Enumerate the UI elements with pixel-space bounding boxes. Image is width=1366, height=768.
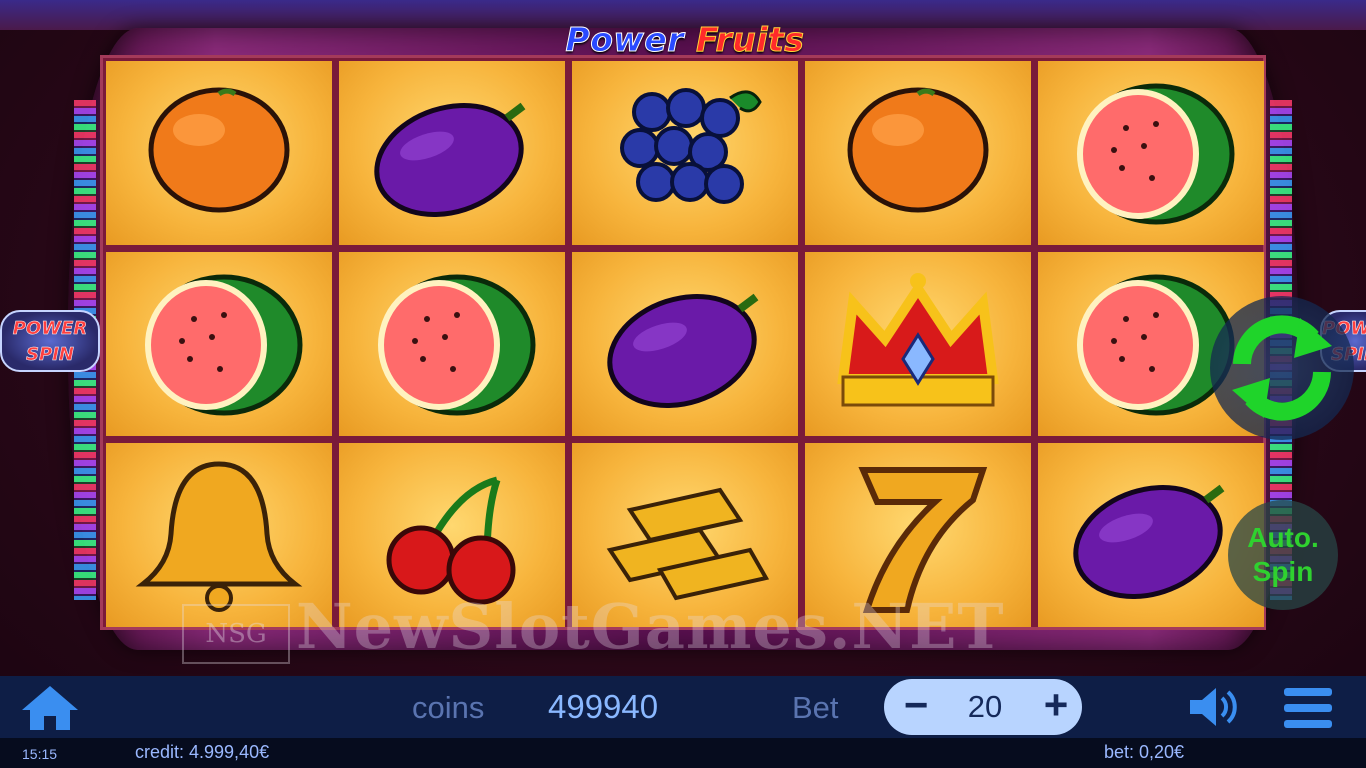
bet-decrease-button[interactable]: − (892, 683, 940, 731)
orange-symbol (847, 87, 989, 213)
power-spin-line2: SPIN (26, 344, 74, 366)
watermelon-symbol (145, 274, 303, 416)
game-title: Power Fruits (540, 20, 830, 60)
coins-label: coins (412, 690, 485, 725)
reel-cell (106, 61, 332, 245)
auto-spin-label-1: Auto. (1247, 522, 1319, 553)
crown-symbol (837, 273, 999, 407)
coins-value: 499940 (548, 688, 659, 725)
spin-arrows-icon (1232, 315, 1332, 421)
watermark-text: NewSlotGames.NET (296, 590, 1005, 663)
watermark-logo: NSG (182, 604, 290, 664)
watermelon-symbol (378, 274, 536, 416)
speaker-icon (1190, 688, 1237, 726)
reel-cell (805, 61, 1031, 245)
sound-button[interactable] (1186, 684, 1242, 730)
bet-amount: bet: 0,20€ (1104, 742, 1185, 762)
reel-cell (805, 252, 1031, 436)
home-icon (22, 686, 78, 730)
reel-cell (339, 252, 565, 436)
plum-symbol (607, 293, 759, 408)
bottom-bar: coins 499940 Bet − 20 + (0, 676, 1366, 738)
bet-increase-button[interactable]: + (1032, 683, 1080, 731)
watermelon-symbol (1077, 83, 1235, 225)
title-word-fruits: Fruits (696, 20, 805, 60)
reel-cell (572, 61, 798, 245)
bell-symbol (135, 461, 303, 612)
bet-label: Bet (792, 690, 839, 725)
bet-stepper: − 20 + (884, 679, 1082, 735)
reel-cell (339, 61, 565, 245)
reel-grid (100, 55, 1266, 630)
home-button[interactable] (20, 684, 80, 732)
power-spin-line1: POWER (12, 318, 88, 340)
power-spin-badge-left: POWER SPIN (0, 310, 100, 372)
grapes-symbol (620, 88, 762, 204)
menu-icon (1284, 688, 1332, 728)
status-bar: 15:15 credit: 4.999,40€ bet: 0,20€ (0, 738, 1366, 768)
reel-cell (1038, 61, 1264, 245)
reel-cell (106, 252, 332, 436)
title-word-power: Power (565, 20, 685, 60)
bet-value: 20 (967, 689, 1003, 724)
clock: 15:15 (22, 746, 58, 762)
plum-symbol (374, 102, 526, 217)
menu-button[interactable] (1282, 686, 1334, 730)
reel-cell (572, 252, 798, 436)
credit-amount: credit: 4.999,40€ (135, 742, 270, 762)
orange-symbol (148, 87, 290, 213)
auto-spin-label-2: Spin (1252, 556, 1314, 587)
spin-button[interactable] (1210, 296, 1354, 440)
